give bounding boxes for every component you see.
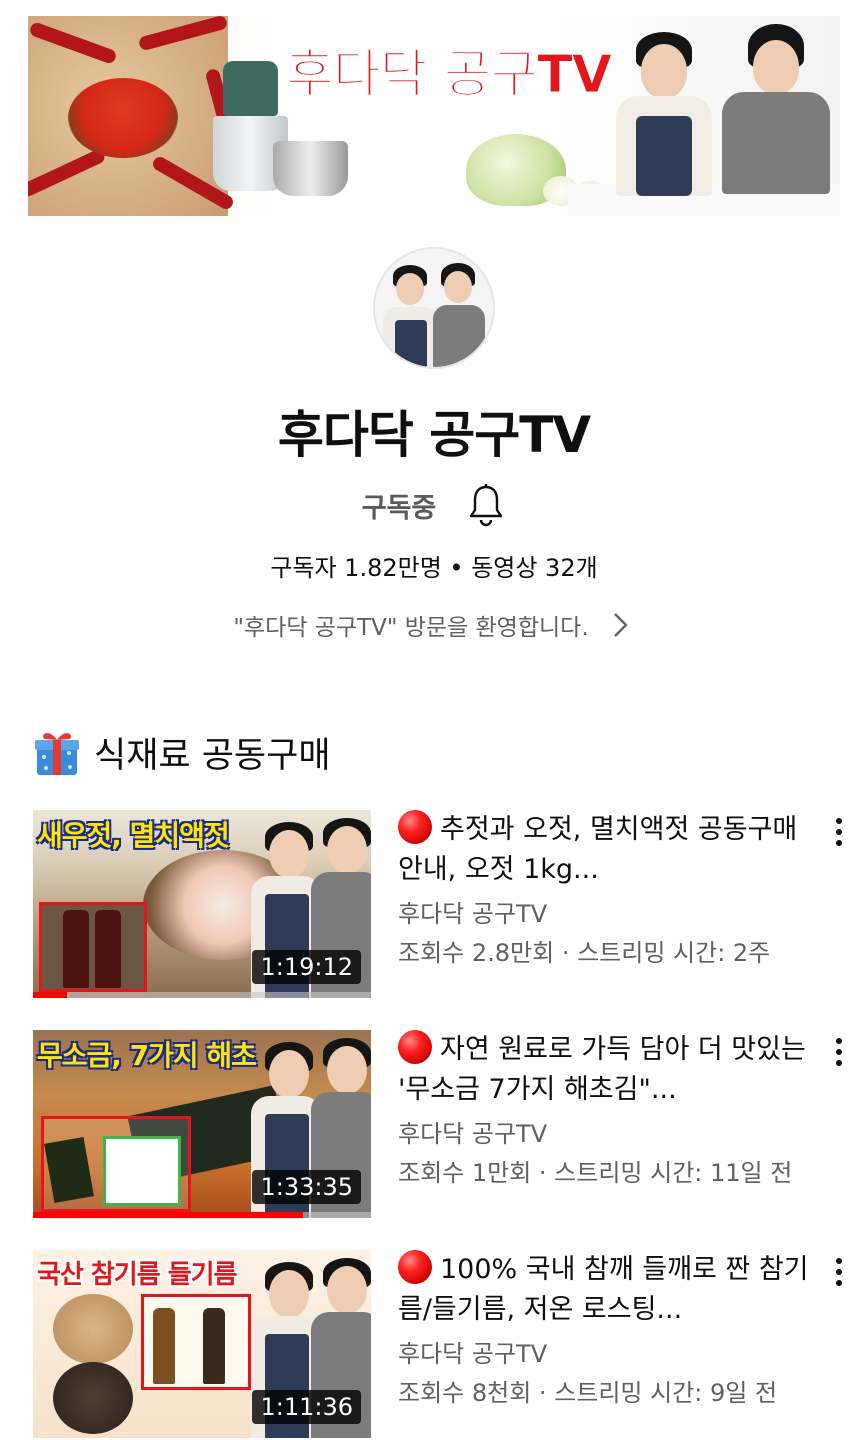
- video-title[interactable]: 자연 원료로 가득 담아 더 맛있는 '무소금 7가지 해초김"...: [398, 1030, 828, 1110]
- more-options-icon[interactable]: [834, 1036, 844, 1068]
- channel-stats: 구독자 1.82만명 • 동영상 32개: [270, 554, 598, 582]
- video-stats: 조회수 8천회 · 스트리밍 시간: 9일 전: [398, 1379, 778, 1407]
- channel-banner: 후다닥 공구TV: [28, 16, 840, 216]
- thumbnail-caption: 무소금, 7가지 해초: [37, 1039, 257, 1072]
- video-title[interactable]: 추젓과 오젓, 멸치액젓 공동구매 안내, 오젓 1kg...: [398, 810, 828, 890]
- video-duration: 1:19:12: [252, 950, 361, 984]
- video-item[interactable]: 무소금, 7가지 해초 1:33:35 자연 원료로 가득 담아 더 맛있는 '…: [33, 1030, 868, 1220]
- video-stats: 조회수 1만회 · 스트리밍 시간: 11일 전: [398, 1159, 793, 1187]
- video-item[interactable]: 국산 참기름 들기름 1:11:36 100% 국내 참깨 들깨로 짠 참기름/…: [33, 1250, 868, 1440]
- gift-icon: [35, 733, 79, 775]
- banner-chili-image: [28, 16, 242, 216]
- chevron-right-icon: [613, 613, 628, 637]
- video-title[interactable]: 100% 국내 참깨 들깨로 짠 참기름/들기름, 저온 로스팅...: [398, 1250, 828, 1330]
- video-channel[interactable]: 후다닥 공구TV: [398, 1114, 828, 1149]
- live-dot-icon: [398, 810, 432, 844]
- video-thumbnail[interactable]: 국산 참기름 들기름 1:11:36: [33, 1250, 371, 1438]
- subscription-row: 구독중: [0, 480, 868, 530]
- video-channel[interactable]: 후다닥 공구TV: [398, 1334, 828, 1369]
- live-dot-icon: [398, 1030, 432, 1064]
- video-duration: 1:33:35: [252, 1170, 361, 1204]
- subscribed-button[interactable]: 구독중: [362, 486, 437, 525]
- thumbnail-caption: 새우젓, 멸치액젓: [37, 819, 230, 852]
- channel-description: "후다닥 공구TV" 방문을 환영합니다.: [233, 615, 589, 641]
- section-title: 식재료 공동구매: [94, 735, 331, 776]
- video-meta: 자연 원료로 가득 담아 더 맛있는 '무소금 7가지 해초김"... 후다닥 …: [398, 1030, 828, 1188]
- channel-avatar[interactable]: [373, 247, 495, 369]
- watch-progress-bar: [33, 1212, 303, 1218]
- channel-name: 후다닥 공구TV: [277, 406, 591, 464]
- video-meta: 100% 국내 참깨 들깨로 짠 참기름/들기름, 저온 로스팅... 후다닥 …: [398, 1250, 828, 1408]
- bell-icon[interactable]: [466, 483, 506, 527]
- video-item[interactable]: 새우젓, 멸치액젓 1:19:12 추젓과 오젓, 멸치액젓 공동구매 안내, …: [33, 810, 868, 1000]
- video-meta: 추젓과 오젓, 멸치액젓 공동구매 안내, 오젓 1kg... 후다닥 공구TV…: [398, 810, 828, 968]
- channel-description-row[interactable]: "후다닥 공구TV" 방문을 환영합니다.: [0, 608, 868, 642]
- more-options-icon[interactable]: [834, 816, 844, 848]
- video-channel[interactable]: 후다닥 공구TV: [398, 894, 828, 929]
- video-stats: 조회수 2.8만회 · 스트리밍 시간: 2주: [398, 939, 771, 967]
- watch-progress-bar: [33, 992, 67, 998]
- banner-pot-image: [273, 141, 348, 196]
- video-thumbnail[interactable]: 새우젓, 멸치액젓 1:19:12: [33, 810, 371, 998]
- live-dot-icon: [398, 1250, 432, 1284]
- video-thumbnail[interactable]: 무소금, 7가지 해초 1:33:35: [33, 1030, 371, 1218]
- thumbnail-caption: 국산 참기름 들기름: [37, 1260, 237, 1290]
- more-options-icon[interactable]: [834, 1256, 844, 1288]
- banner-title: 후다닥 공구TV: [285, 45, 612, 106]
- video-duration: 1:11:36: [252, 1390, 361, 1424]
- section-header: 식재료 공동구매: [32, 722, 331, 782]
